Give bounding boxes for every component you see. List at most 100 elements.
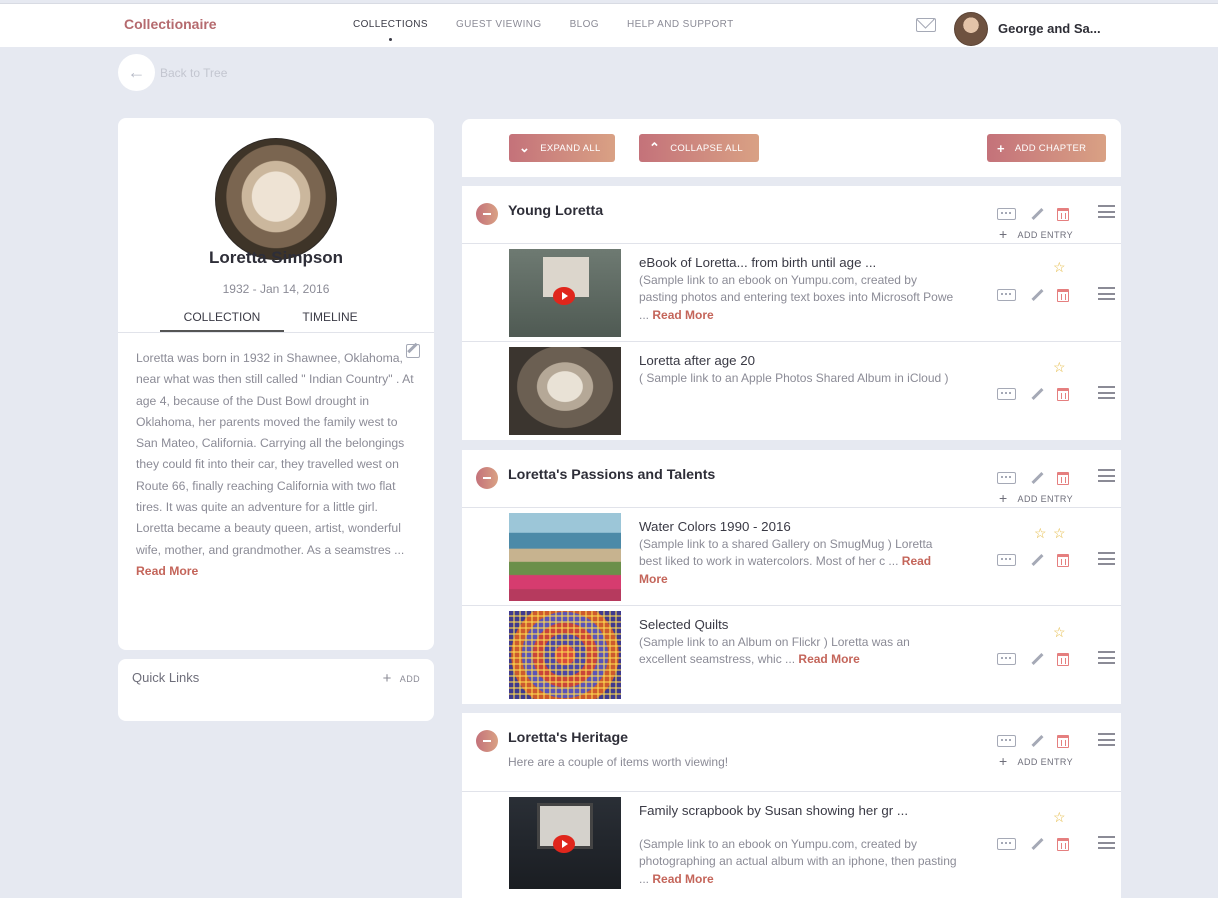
chapter-actions — [997, 734, 1069, 748]
plus-icon: + — [998, 753, 1008, 769]
trash-icon[interactable] — [1057, 207, 1069, 221]
add-entry-button[interactable]: + ADD ENTRY — [999, 225, 1073, 242]
expand-all-button[interactable]: ⌄ EXPAND ALL — [509, 134, 615, 162]
star-icon[interactable]: ☆ — [1053, 625, 1066, 639]
star-icon[interactable]: ☆ — [1053, 810, 1066, 824]
trash-icon[interactable] — [1057, 553, 1069, 567]
read-more-link[interactable]: Read More — [652, 308, 713, 322]
collapse-chapter-icon[interactable] — [476, 467, 498, 489]
nav-guest-viewing[interactable]: GUEST VIEWING — [456, 19, 542, 30]
entry-title[interactable]: eBook of Loretta... from birth until age… — [639, 254, 959, 271]
drag-handle-icon[interactable] — [1098, 552, 1115, 565]
entry-title[interactable]: Selected Quilts — [639, 616, 959, 633]
comment-icon[interactable] — [997, 735, 1016, 747]
bio-read-more-link[interactable]: Read More — [136, 564, 198, 578]
mail-icon[interactable] — [916, 18, 936, 32]
tab-timeline[interactable]: TIMELINE — [284, 310, 376, 332]
chapter-young-loretta: Young Loretta + ADD ENTRY eBook of Lorett… — [462, 186, 1121, 440]
user-name[interactable]: George and Sa... — [998, 21, 1101, 36]
entry-thumbnail[interactable] — [509, 797, 621, 889]
star-icon[interactable]: ☆ — [1053, 526, 1066, 540]
expand-all-label: EXPAND ALL — [540, 142, 601, 154]
star-icon[interactable]: ☆ — [1053, 260, 1066, 274]
list-item[interactable]: Water Colors 1990 - 2016 (Sample link to… — [462, 508, 1121, 606]
entry-title[interactable]: Water Colors 1990 - 2016 — [639, 518, 959, 535]
main-nav: COLLECTIONS GUEST VIEWING BLOG HELP AND … — [353, 19, 762, 41]
entry-title[interactable]: Family scrapbook by Susan showing her gr… — [639, 802, 949, 819]
comment-icon[interactable] — [997, 289, 1016, 301]
entry-description: (Sample link to an ebook on Yumpu.com, c… — [639, 836, 957, 888]
edit-icon[interactable] — [1031, 288, 1044, 302]
trash-icon[interactable] — [1057, 652, 1069, 666]
entry-title[interactable]: Loretta after age 20 — [639, 352, 959, 369]
edit-icon[interactable] — [1031, 553, 1044, 567]
add-entry-button[interactable]: + ADD ENTRY — [998, 752, 1073, 769]
entry-description: (Sample link to an ebook on Yumpu.com, c… — [639, 272, 957, 324]
brand-logo[interactable]: Collectionaire — [124, 16, 217, 32]
add-entry-label: ADD ENTRY — [1017, 757, 1073, 767]
collapse-chapter-icon[interactable] — [476, 730, 498, 752]
list-item[interactable]: Loretta after age 20 ( Sample link to an… — [462, 342, 1121, 440]
nav-blog[interactable]: BLOG — [570, 19, 599, 30]
chapter-header: Loretta's Heritage Here are a couple of … — [462, 713, 1121, 792]
profile-dates: 1932 - Jan 14, 2016 — [222, 282, 330, 296]
entry-thumbnail[interactable] — [509, 513, 621, 601]
entry-thumbnail[interactable] — [509, 347, 621, 435]
collapse-chapter-icon[interactable] — [476, 203, 498, 225]
quick-links-add-button[interactable]: + ADD — [383, 669, 420, 687]
collapse-all-button[interactable]: ⌃ COLLAPSE ALL — [639, 134, 759, 162]
edit-icon[interactable] — [1031, 207, 1044, 221]
entry-desc-text: (Sample link to an Album on Flickr ) Lor… — [639, 635, 910, 667]
drag-handle-icon[interactable] — [1098, 469, 1115, 482]
drag-handle-icon[interactable] — [1098, 733, 1115, 746]
tab-collection[interactable]: COLLECTION — [160, 310, 284, 332]
comment-icon[interactable] — [997, 208, 1016, 220]
edit-icon[interactable] — [1031, 734, 1044, 748]
trash-icon[interactable] — [1057, 387, 1069, 401]
star-icon[interactable]: ☆ — [1034, 526, 1047, 540]
drag-handle-icon[interactable] — [1098, 386, 1115, 399]
read-more-link[interactable]: Read More — [798, 652, 859, 666]
read-more-link[interactable]: Read More — [652, 872, 713, 886]
list-item[interactable]: Family scrapbook by Susan showing her gr… — [462, 792, 1121, 898]
user-avatar[interactable] — [954, 12, 988, 46]
nav-help-and-support[interactable]: HELP AND SUPPORT — [627, 19, 734, 30]
drag-handle-icon[interactable] — [1098, 287, 1115, 300]
entry-thumbnail[interactable] — [509, 249, 621, 337]
profile-bio: Loretta was born in 1932 in Shawnee, Okl… — [136, 348, 418, 582]
drag-handle-icon[interactable] — [1098, 836, 1115, 849]
comment-icon[interactable] — [997, 838, 1016, 850]
chapter-subtitle: Here are a couple of items worth viewing… — [508, 755, 729, 769]
entry-thumbnail[interactable] — [509, 611, 621, 699]
trash-icon[interactable] — [1057, 288, 1069, 302]
drag-handle-icon[interactable] — [1098, 205, 1115, 218]
nav-collections[interactable]: COLLECTIONS — [353, 19, 428, 41]
edit-icon[interactable] — [1031, 471, 1044, 485]
add-entry-button[interactable]: + ADD ENTRY — [999, 489, 1073, 506]
trash-icon[interactable] — [1057, 837, 1069, 851]
list-item[interactable]: eBook of Loretta... from birth until age… — [462, 244, 1121, 342]
edit-icon[interactable] — [1031, 652, 1044, 666]
add-chapter-button[interactable]: + ADD CHAPTER — [987, 134, 1106, 162]
entry-actions — [997, 837, 1069, 851]
star-icon[interactable]: ☆ — [1053, 360, 1066, 374]
play-icon[interactable] — [553, 287, 575, 305]
edit-icon[interactable] — [1031, 387, 1044, 401]
trash-icon[interactable] — [1057, 471, 1069, 485]
trash-icon[interactable] — [1057, 734, 1069, 748]
comment-icon[interactable] — [997, 388, 1016, 400]
comment-icon[interactable] — [997, 554, 1016, 566]
edit-icon[interactable] — [1031, 837, 1044, 851]
back-label[interactable]: Back to Tree — [160, 66, 227, 80]
quick-links-label: Quick Links — [132, 670, 200, 685]
profile-name: Loretta Simpson — [208, 248, 344, 267]
comment-icon[interactable] — [997, 653, 1016, 665]
list-item[interactable]: Selected Quilts (Sample link to an Album… — [462, 606, 1121, 704]
comment-icon[interactable] — [997, 472, 1016, 484]
chapter-actions — [997, 471, 1069, 485]
play-icon[interactable] — [553, 835, 575, 853]
back-to-tree-link[interactable]: ← Back to Tree — [118, 54, 227, 91]
arrow-left-icon[interactable]: ← — [118, 54, 155, 91]
drag-handle-icon[interactable] — [1098, 651, 1115, 664]
add-entry-label: ADD ENTRY — [1017, 494, 1073, 504]
